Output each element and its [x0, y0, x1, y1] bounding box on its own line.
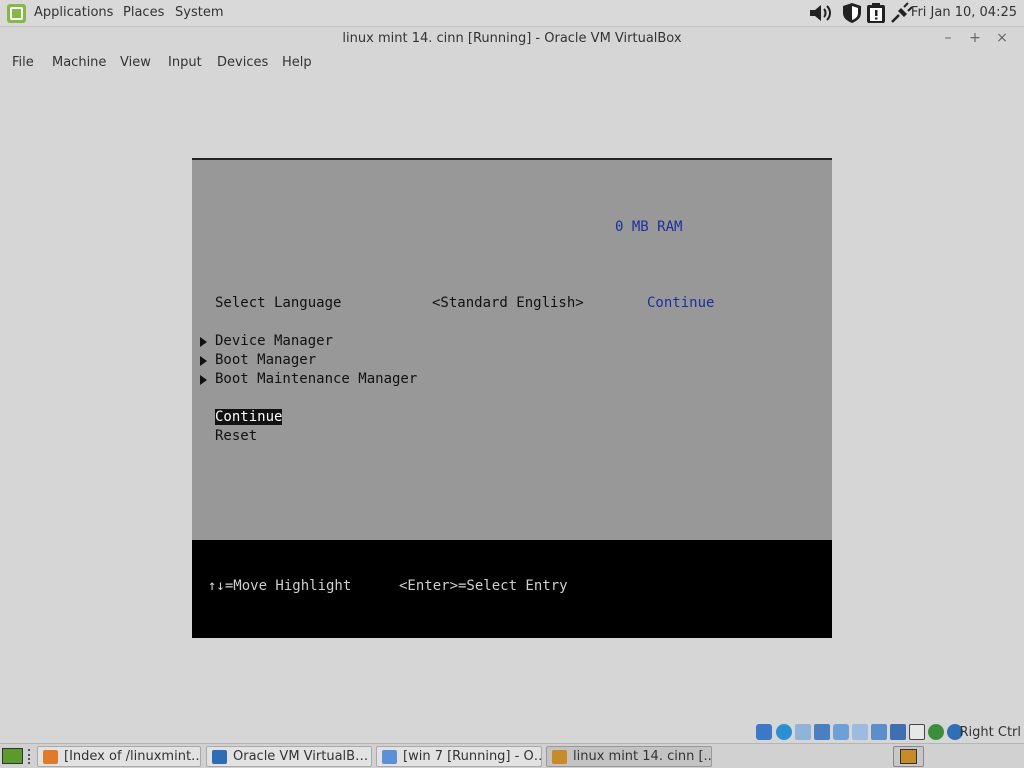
- mouse-integration-icon[interactable]: [928, 724, 944, 740]
- menu-view[interactable]: View: [120, 55, 151, 70]
- device-manager-item[interactable]: Device Manager: [215, 333, 333, 349]
- menu-input[interactable]: Input: [168, 55, 202, 70]
- network-icon[interactable]: [814, 724, 830, 740]
- display-icon[interactable]: [871, 724, 887, 740]
- clock[interactable]: Fri Jan 10, 04:25: [911, 5, 1017, 20]
- hard-disk-icon[interactable]: [756, 724, 772, 740]
- shared-folders-icon[interactable]: [852, 724, 868, 740]
- vm-window-icon: [382, 750, 397, 764]
- workspace-switcher[interactable]: [893, 746, 924, 767]
- taskbar: [Index of /linuxmint… Oracle VM VirtualB…: [0, 743, 1024, 768]
- usb-icon[interactable]: [833, 724, 849, 740]
- firefox-icon: [43, 750, 58, 764]
- clipboard-alert-icon[interactable]: [864, 2, 888, 24]
- menu-devices[interactable]: Devices: [217, 55, 268, 70]
- window-title: linux mint 14. cinn [Running] - Oracle V…: [342, 31, 682, 46]
- reset-item[interactable]: Reset: [215, 428, 257, 444]
- vm-help-footer: ↑↓=Move Highlight <Enter>=Select Entry: [192, 540, 832, 638]
- taskbar-handle[interactable]: [28, 749, 32, 764]
- taskbar-item-win7[interactable]: [win 7 [Running] - O…: [376, 746, 542, 767]
- vbox-status-bar: Right Ctrl: [752, 722, 1024, 742]
- vm-window-icon: [552, 750, 567, 764]
- vbox-menubar: File Machine View Input Devices Help: [0, 51, 1024, 75]
- select-language-label: Select Language: [215, 295, 342, 311]
- close-button[interactable]: ×: [994, 30, 1010, 46]
- menu-file[interactable]: File: [12, 55, 34, 70]
- menu-help[interactable]: Help: [282, 55, 312, 70]
- network-plug-icon[interactable]: [889, 2, 913, 24]
- boot-maintenance-manager-item[interactable]: Boot Maintenance Manager: [215, 371, 417, 387]
- boot-manager-item[interactable]: Boot Manager: [215, 352, 316, 368]
- volume-icon[interactable]: [808, 2, 834, 24]
- language-value[interactable]: <Standard English>: [432, 295, 584, 311]
- shield-icon[interactable]: [840, 2, 864, 24]
- ram-info: 0 MB RAM: [615, 219, 683, 235]
- vm-display[interactable]: 0 MB RAM Select Language <Standard Engli…: [192, 158, 832, 638]
- language-continue: Continue: [647, 295, 715, 311]
- audio-icon[interactable]: [795, 724, 811, 740]
- video-capture-icon[interactable]: [890, 724, 906, 740]
- vt-x-icon[interactable]: [909, 724, 925, 740]
- applications-menu[interactable]: Applications: [34, 5, 113, 20]
- top-panel: Applications Places System Fri Jan 10, 0…: [0, 0, 1024, 27]
- show-desktop-icon[interactable]: [2, 748, 23, 764]
- taskbar-item-firefox[interactable]: [Index of /linuxmint…: [37, 746, 201, 767]
- host-key-label[interactable]: Right Ctrl: [960, 725, 1022, 740]
- window-titlebar[interactable]: linux mint 14. cinn [Running] - Oracle V…: [0, 27, 1024, 51]
- continue-item[interactable]: Continue: [215, 409, 283, 425]
- minimize-button[interactable]: –: [940, 30, 956, 46]
- move-highlight-hint: ↑↓=Move Highlight: [208, 578, 352, 594]
- submenu-arrow-icon: [200, 375, 207, 385]
- system-menu[interactable]: System: [175, 5, 223, 20]
- select-entry-hint: <Enter>=Select Entry: [399, 578, 568, 594]
- workspace-icon: [900, 749, 917, 764]
- submenu-arrow-icon: [200, 356, 207, 366]
- submenu-arrow-icon: [200, 337, 207, 347]
- taskbar-item-virtualbox-manager[interactable]: Oracle VM VirtualB…: [206, 746, 372, 767]
- maximize-button[interactable]: +: [967, 30, 983, 46]
- linux-mint-menu-icon[interactable]: [7, 4, 26, 23]
- places-menu[interactable]: Places: [123, 5, 164, 20]
- virtualbox-icon: [212, 750, 227, 764]
- taskbar-item-linux-mint[interactable]: linux mint 14. cinn [...: [546, 746, 712, 767]
- optical-drive-icon[interactable]: [776, 724, 792, 740]
- menu-machine[interactable]: Machine: [52, 55, 106, 70]
